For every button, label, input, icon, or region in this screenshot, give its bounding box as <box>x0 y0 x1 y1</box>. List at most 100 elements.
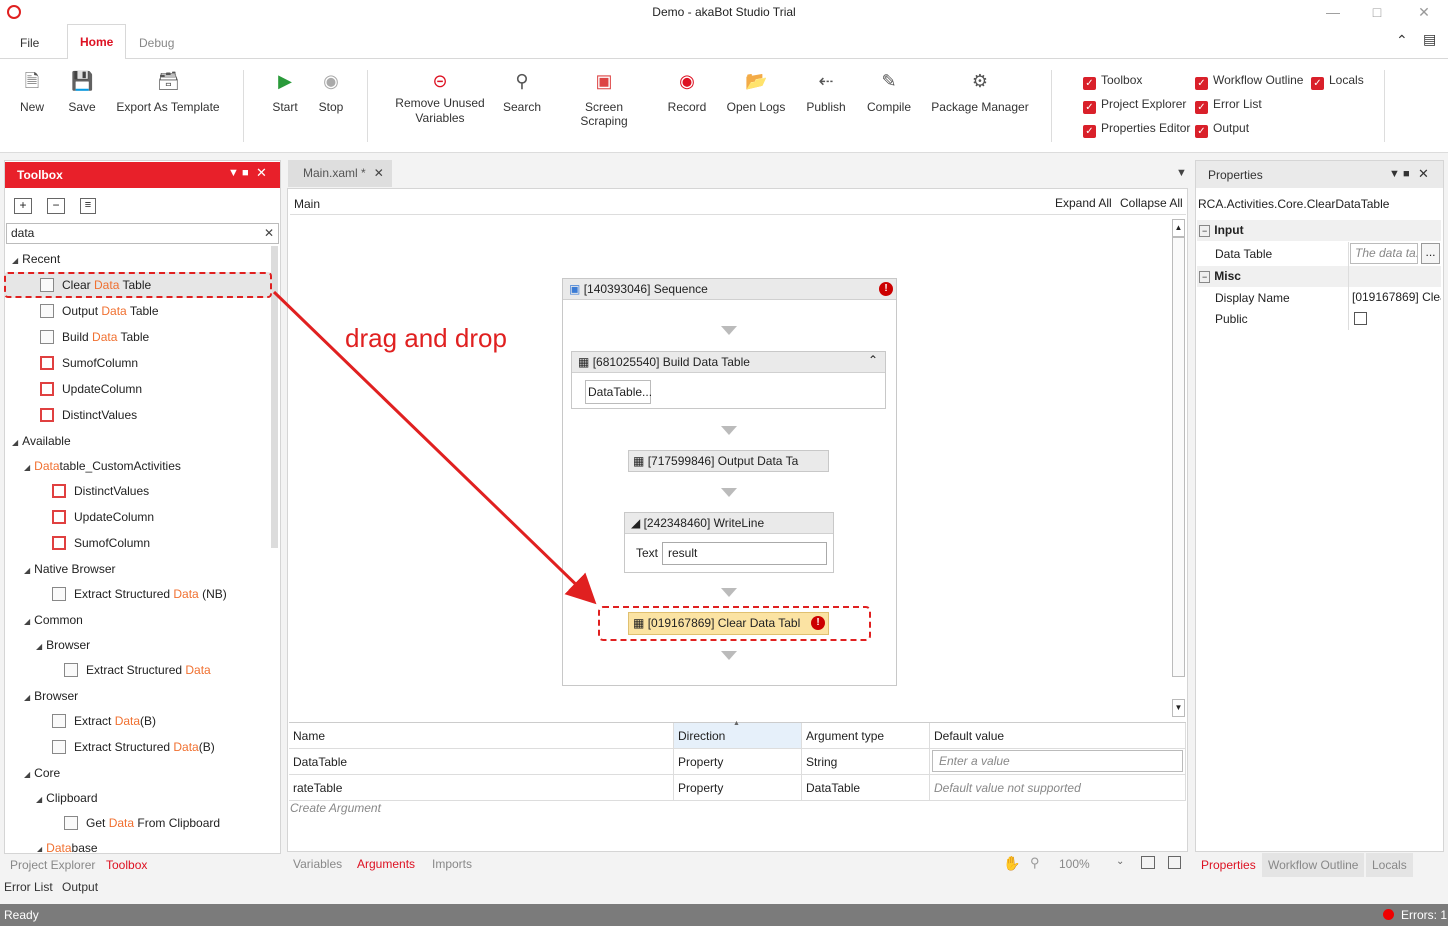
tab-toolbox[interactable]: Toolbox <box>106 858 147 872</box>
list-item[interactable]: Build Data Table <box>40 327 149 347</box>
stop-button[interactable]: ◉ Stop <box>314 70 348 114</box>
close-icon[interactable]: ✕ <box>1409 2 1439 22</box>
table-cell[interactable]: DataTable <box>802 775 930 801</box>
open-logs-button[interactable]: 📂 Open Logs <box>726 70 786 114</box>
fit-screen-icon[interactable] <box>1141 856 1155 869</box>
tab-error-list[interactable]: Error List <box>4 880 53 894</box>
tab-menu-icon[interactable]: ▼ <box>1176 167 1187 179</box>
tab-arguments[interactable]: Arguments <box>357 857 415 871</box>
tab-project-explorer[interactable]: Project Explorer <box>10 858 95 872</box>
compile-button[interactable]: ✎ Compile <box>865 70 913 114</box>
drop-arrow-icon[interactable] <box>721 326 737 335</box>
list-item[interactable]: UpdateColumn <box>40 379 142 399</box>
publish-button[interactable]: ⇠ Publish <box>804 70 848 114</box>
properties-editor-check[interactable]: ✓ Properties Editor <box>1083 120 1190 138</box>
workflow-outline-check[interactable]: ✓ Workflow Outline <box>1195 72 1303 90</box>
expand-all-icon[interactable]: + <box>14 198 32 214</box>
expand-all-link[interactable]: Expand All <box>1055 196 1112 210</box>
zoom-icon[interactable]: ⚲ <box>1030 855 1040 871</box>
zoom-dropdown-icon[interactable]: ⌄ <box>1116 856 1124 867</box>
vertical-scrollbar[interactable] <box>1172 237 1185 677</box>
drop-arrow-icon[interactable] <box>721 426 737 435</box>
toolbox-check[interactable]: ✓ Toolbox <box>1083 72 1142 90</box>
table-row[interactable]: rateTable <box>289 775 674 801</box>
data-table-input[interactable]: The data ta... <box>1350 243 1418 264</box>
table-cell[interactable]: Property <box>674 775 802 801</box>
list-item[interactable]: Output Data Table <box>40 301 159 321</box>
list-item[interactable]: Clear Data Table <box>40 275 151 295</box>
overview-icon[interactable] <box>1168 856 1181 869</box>
remove-unused-variables-button[interactable]: ⊝ Remove Unused Variables <box>392 70 488 126</box>
table-cell[interactable]: Property <box>674 749 802 775</box>
list-item[interactable]: UpdateColumn <box>52 507 154 527</box>
create-argument[interactable]: Create Argument <box>290 801 381 815</box>
tab-home[interactable]: Home <box>67 24 127 59</box>
list-view-icon[interactable]: ≡ <box>80 198 96 214</box>
tab-locals[interactable]: Locals <box>1366 853 1413 877</box>
tree-group-browser[interactable]: ◢ Browser <box>36 635 90 655</box>
column-header[interactable]: Name <box>289 723 674 749</box>
table-row[interactable]: DataTable <box>289 749 674 775</box>
display-name-input[interactable]: [019167869] Clea <box>1352 287 1441 308</box>
category-misc[interactable]: − Misc <box>1197 266 1441 287</box>
scroll-up-icon[interactable]: ▲ <box>1172 219 1185 237</box>
list-item[interactable]: Extract Structured Data <box>64 660 211 680</box>
collapse-icon[interactable]: ⌃ <box>868 353 878 367</box>
error-count[interactable]: Errors: 1 <box>1401 908 1447 922</box>
document-tab[interactable]: Main.xaml * ✕ <box>288 160 392 187</box>
save-button[interactable]: 💾 Save <box>64 70 100 114</box>
drop-arrow-icon[interactable] <box>721 651 737 660</box>
tree-group-browser2[interactable]: ◢ Browser <box>24 686 78 706</box>
export-template-button[interactable]: 🗃 Export As Template <box>114 70 222 114</box>
scroll-down-icon[interactable]: ▼ <box>1172 699 1185 717</box>
tab-output[interactable]: Output <box>62 880 98 894</box>
close-icon[interactable]: ✕ <box>374 166 384 180</box>
tree-group-available[interactable]: ◢ Available <box>12 431 71 451</box>
collapse-ribbon-icon[interactable]: ⌃ <box>1396 32 1408 49</box>
close-icon[interactable]: ✕ <box>256 165 267 181</box>
new-button[interactable]: 🗎 New <box>14 70 50 114</box>
table-cell[interactable]: Enter a value <box>930 749 1186 775</box>
project-explorer-check[interactable]: ✓ Project Explorer <box>1083 96 1186 114</box>
list-item[interactable]: Extract Structured Data (NB) <box>52 584 227 604</box>
zoom-level[interactable]: 100% <box>1059 857 1090 871</box>
dropdown-icon[interactable]: ▼ ■ <box>1389 168 1410 180</box>
tree-group-custom[interactable]: ◢ Datatable_CustomActivities <box>24 456 181 476</box>
tab-properties[interactable]: Properties <box>1201 858 1256 872</box>
column-header[interactable]: Default value <box>930 723 1186 749</box>
error-list-check[interactable]: ✓ Error List <box>1195 96 1262 114</box>
tab-workflow-outline[interactable]: Workflow Outline <box>1262 853 1365 877</box>
list-item[interactable]: DistinctValues <box>40 405 137 425</box>
locals-check[interactable]: ✓ Locals <box>1311 72 1364 90</box>
collapse-all-link[interactable]: Collapse All <box>1120 196 1183 210</box>
collapse-all-icon[interactable]: − <box>47 198 65 214</box>
tab-debug[interactable]: Debug <box>127 26 186 61</box>
category-input[interactable]: − Input <box>1197 220 1441 241</box>
minimize-icon[interactable]: — <box>1318 2 1348 22</box>
clear-search-icon[interactable]: ✕ <box>264 226 274 240</box>
tab-imports[interactable]: Imports <box>432 857 472 871</box>
tree-group-core[interactable]: ◢ Core <box>24 763 60 783</box>
tree-group-native-browser[interactable]: ◢ Native Browser <box>24 559 116 579</box>
list-item[interactable]: SumofColumn <box>40 353 138 373</box>
writeline-header[interactable]: ◢ [242348460] WriteLine <box>625 513 833 534</box>
list-item[interactable]: Get Data From Clipboard <box>64 813 220 833</box>
close-icon[interactable]: ✕ <box>1418 166 1429 182</box>
default-value-input[interactable]: Enter a value <box>932 750 1183 772</box>
list-item[interactable]: DistinctValues <box>52 481 149 501</box>
tree-group-clipboard[interactable]: ◢ Clipboard <box>36 788 98 808</box>
dropdown-icon[interactable]: ▼ ■ <box>228 167 249 179</box>
list-item[interactable]: Extract Data(B) <box>52 711 156 731</box>
ellipsis-button[interactable]: ... <box>1421 243 1440 264</box>
text-input[interactable]: result <box>662 542 827 565</box>
search-button[interactable]: ⚲ Search <box>502 70 542 114</box>
public-checkbox[interactable] <box>1354 312 1367 325</box>
package-manager-button[interactable]: ⚙ Package Manager <box>930 70 1030 114</box>
tab-file[interactable]: File <box>8 26 51 61</box>
feedback-icon[interactable]: ▤ <box>1423 31 1436 48</box>
list-item[interactable]: Extract Structured Data(B) <box>52 737 215 757</box>
clear-data-table-activity[interactable]: ▦ [019167869] Clear Data Tabl <box>628 612 829 635</box>
list-item[interactable]: SumofColumn <box>52 533 150 553</box>
tab-variables[interactable]: Variables <box>293 857 342 871</box>
output-data-table-activity[interactable]: ▦ [717599846] Output Data Ta <box>628 450 829 472</box>
